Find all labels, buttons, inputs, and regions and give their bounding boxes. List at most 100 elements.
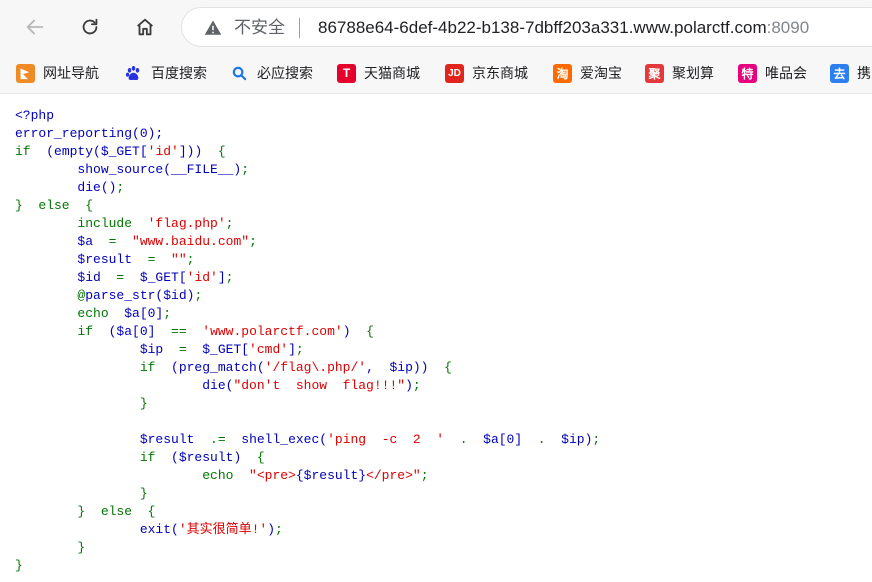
baidu-paw-icon (124, 64, 143, 83)
address-bar[interactable]: 不安全 86788e64-6def-4b22-b138-7dbff203a331… (181, 7, 872, 47)
bookmarks-bar: 网址导航 百度搜索 必应搜索 T 天猫商城 JD 京东商城 淘 爱淘宝 聚 聚划… (0, 54, 872, 94)
code-token: ; (186, 252, 195, 267)
code-token: ($a[0] (108, 324, 172, 339)
code-token: 'id' (147, 144, 179, 159)
code-token: ; (163, 306, 172, 321)
bookmark-item[interactable]: JD 京东商城 (445, 62, 528, 84)
code-token: == (171, 324, 203, 339)
bookmark-item[interactable]: 特 唯品会 (738, 62, 807, 84)
code-token: (preg_match( (171, 360, 265, 375)
code-token: = (178, 342, 203, 357)
back-button[interactable] (18, 10, 52, 44)
code-token: ; (592, 432, 601, 447)
code-token: ])) (178, 144, 218, 159)
code-token: if (15, 450, 172, 465)
url-host: 86788e64-6def-4b22-b138-7dbff203a331.www… (318, 18, 767, 37)
bookmark-item[interactable]: 聚 聚划算 (645, 62, 714, 84)
url-text[interactable]: 86788e64-6def-4b22-b138-7dbff203a331.www… (318, 17, 809, 39)
code-token: { (444, 360, 452, 375)
code-line: die("don't show flag!!!"); (15, 377, 600, 395)
code-line: } (15, 395, 600, 413)
code-line: echo "<pre>{$result}</pre>"; (15, 467, 600, 485)
code-token: ; (225, 216, 234, 231)
code-token: "<pre> (249, 468, 296, 483)
code-line: <?php (15, 107, 600, 125)
bookmark-label: 携 (857, 65, 871, 81)
code-token: if (15, 324, 109, 339)
code-token: ; (249, 234, 257, 249)
code-token: exit( (15, 522, 179, 537)
code-token: } (15, 540, 86, 555)
code-token: '/flag\.php/' (264, 360, 367, 375)
bookmark-item[interactable]: 去 携 (830, 62, 871, 84)
code-token: $_GET[ (139, 270, 187, 285)
code-token: @ (15, 288, 86, 303)
reload-icon (82, 18, 98, 35)
code-line: error_reporting(0); (15, 125, 600, 143)
bookmark-label: 聚划算 (672, 65, 714, 81)
code-token: ; (116, 180, 125, 195)
code-line: $a = "www.baidu.com"; (15, 233, 600, 251)
hao123-icon (16, 63, 35, 83)
tmall-icon: T (337, 63, 356, 83)
code-token: { (366, 324, 374, 339)
code-token: <?php (15, 108, 55, 123)
code-line: die(); (15, 179, 600, 197)
code-token: if (15, 144, 47, 159)
code-token: } else { (15, 504, 156, 519)
home-icon (137, 18, 153, 36)
code-token: shell_exec( (241, 432, 328, 447)
bookmark-item[interactable]: T 天猫商城 (337, 62, 420, 84)
code-line: exit('其实很简单!'); (15, 521, 600, 539)
code-token: ; (420, 468, 429, 483)
code-token: { (256, 450, 265, 465)
code-token: ; (275, 522, 283, 537)
code-token: 'id' (186, 270, 218, 285)
code-token: parse_str($id) (85, 288, 195, 303)
code-token: "" (171, 252, 187, 267)
code-token: . (522, 432, 562, 447)
code-token: die() (15, 180, 117, 195)
bookmark-label: 京东商城 (472, 65, 528, 81)
taobao-icon: 淘 (553, 63, 572, 83)
bookmark-item[interactable]: 网址导航 (16, 62, 99, 84)
browser-toolbar: 不安全 86788e64-6def-4b22-b138-7dbff203a331… (0, 0, 872, 54)
code-token: .= (210, 432, 242, 447)
code-line: } (15, 557, 600, 575)
code-line: } (15, 485, 600, 503)
code-token: show_source(__FILE__) (15, 162, 242, 177)
code-line: } (15, 539, 600, 557)
bookmark-label: 爱淘宝 (580, 65, 622, 81)
code-line: show_source(__FILE__); (15, 161, 600, 179)
code-line: } else { (15, 197, 600, 215)
code-line: if (empty($_GET['id'])) { (15, 143, 600, 161)
code-token: "don't show flag!!!" (233, 378, 406, 393)
code-token: $_GET[ (202, 342, 250, 357)
code-line: if ($result) { (15, 449, 600, 467)
code-token: 'ping -c 2 ' (327, 432, 445, 447)
address-separator (299, 18, 300, 38)
juhuasuan-icon: 聚 (645, 63, 664, 83)
warning-triangle-icon[interactable] (204, 19, 222, 37)
bookmark-item[interactable]: 必应搜索 (230, 62, 313, 84)
code-token: ] (217, 270, 226, 285)
code-token: echo (15, 306, 125, 321)
code-token: . (444, 432, 484, 447)
code-token: = (108, 234, 133, 249)
bookmark-label: 网址导航 (43, 65, 99, 81)
code-token: ; (194, 288, 203, 303)
code-line: if ($a[0] == 'www.polarctf.com') { (15, 323, 600, 341)
bookmark-label: 百度搜索 (151, 65, 207, 81)
code-token: 'cmd' (249, 342, 289, 357)
code-token: ($result) (171, 450, 257, 465)
home-button[interactable] (128, 10, 162, 44)
code-token: } (15, 486, 148, 501)
jd-icon: JD (445, 63, 464, 83)
code-token: include (15, 216, 148, 231)
search-icon (230, 64, 249, 83)
bookmark-item[interactable]: 淘 爱淘宝 (553, 62, 622, 84)
reload-button[interactable] (73, 10, 107, 44)
bookmark-item[interactable]: 百度搜索 (124, 62, 207, 84)
insecure-label[interactable]: 不安全 (234, 17, 285, 39)
